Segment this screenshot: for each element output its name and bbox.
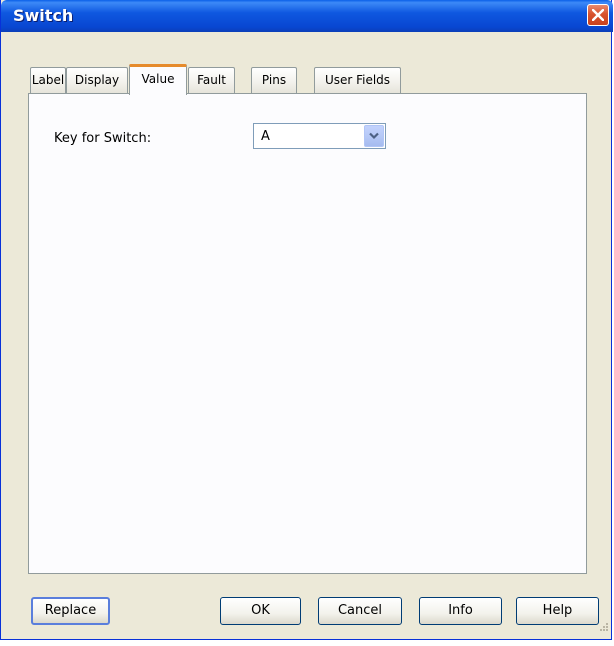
info-button[interactable]: Info — [419, 597, 502, 625]
help-button[interactable]: Help — [516, 597, 599, 625]
chevron-down-icon — [369, 132, 379, 140]
tab-display[interactable]: Display — [66, 67, 128, 94]
key-select-value: A — [261, 129, 270, 144]
key-for-switch-label: Key for Switch: — [54, 131, 152, 146]
cancel-button[interactable]: Cancel — [318, 597, 402, 625]
tab-label[interactable]: Label — [30, 67, 66, 94]
tab-fault[interactable]: Fault — [188, 67, 235, 94]
tab-user-fields[interactable]: User Fields — [314, 67, 401, 94]
replace-button[interactable]: Replace — [31, 597, 110, 625]
value-tab-panel — [28, 93, 587, 574]
window-title: Switch — [13, 6, 74, 25]
dropdown-button[interactable] — [364, 125, 384, 147]
tab-value[interactable]: Value — [129, 64, 187, 95]
resize-grip-icon[interactable] — [598, 621, 608, 631]
ok-button[interactable]: OK — [220, 597, 301, 625]
tab-pins[interactable]: Pins — [251, 67, 297, 94]
close-icon — [592, 9, 604, 21]
close-button[interactable] — [587, 4, 609, 26]
key-select[interactable]: A — [253, 123, 386, 149]
title-bar[interactable]: Switch — [1, 0, 613, 32]
switch-dialog: Switch Label Display Value Fault Pins Us… — [0, 0, 613, 640]
